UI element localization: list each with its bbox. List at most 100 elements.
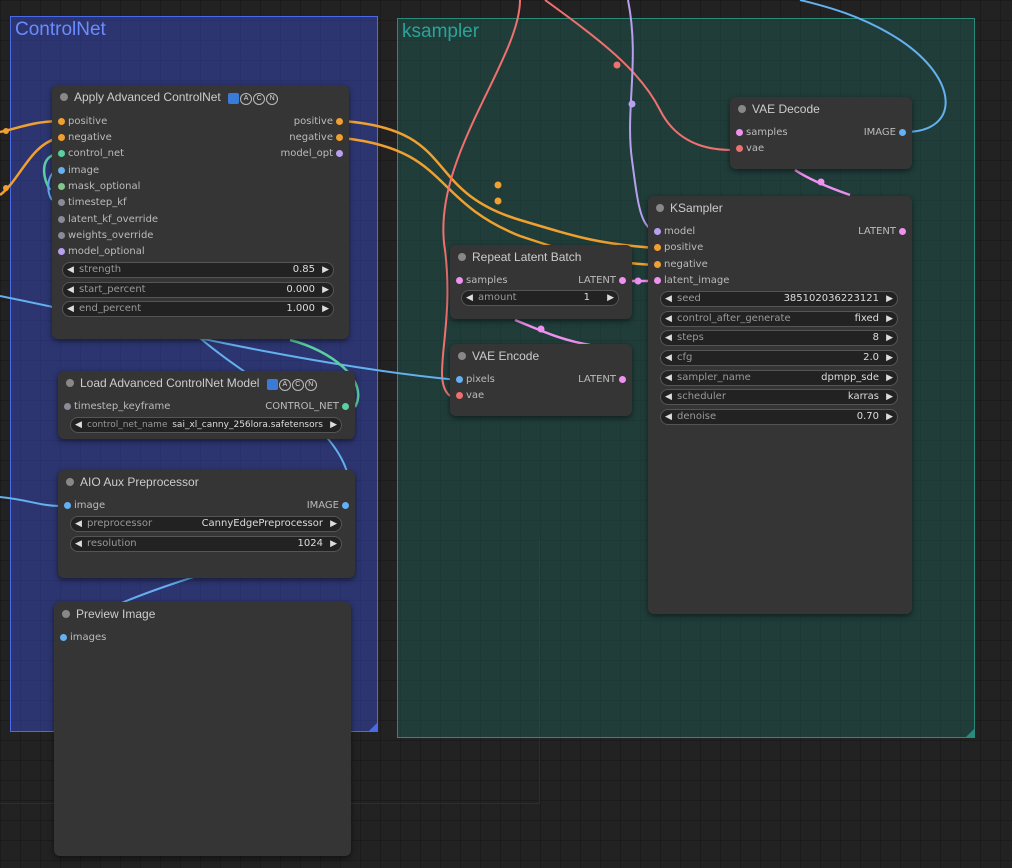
slot-dot[interactable] [654,244,661,251]
widget-value[interactable]: fixed [855,312,879,326]
slot-dot[interactable] [342,502,349,509]
input-positive[interactable]: positive [654,240,703,256]
decrement-arrow-icon[interactable]: ◀ [665,292,672,306]
slot-dot[interactable] [736,129,743,136]
slot-dot[interactable] [58,232,65,239]
collapse-dot[interactable] [62,610,70,618]
widget-end-percent[interactable]: ◀ end_percent 1.000 ▶ [62,301,334,317]
slot-dot[interactable] [336,134,343,141]
widget-amount[interactable]: ◀ amount 1 ▶ [461,290,619,306]
collapse-dot[interactable] [66,478,74,486]
widget-steps[interactable]: ◀ steps 8 ▶ [660,330,898,346]
widget-value[interactable]: 1 [584,291,590,305]
previous-arrow-icon[interactable]: ◀ [75,517,82,531]
widget-value[interactable]: CannyEdgePreprocessor [202,517,323,531]
input-model-optional[interactable]: model_optional [58,244,145,260]
increment-arrow-icon[interactable]: ▶ [886,351,893,365]
node-aio-aux-preprocessor[interactable]: AIO Aux Preprocessor image IMAGE ◀ prepro… [58,470,355,578]
node-ksampler[interactable]: KSampler model positive negative latent_… [648,196,912,614]
slot-dot[interactable] [58,118,65,125]
widget-resolution[interactable]: ◀ resolution 1024 ▶ [70,536,342,552]
input-weights-override[interactable]: weights_override [58,228,153,244]
collapse-dot[interactable] [458,253,466,261]
decrement-arrow-icon[interactable]: ◀ [67,302,74,316]
slot-dot[interactable] [456,376,463,383]
widget-start-percent[interactable]: ◀ start_percent 0.000 ▶ [62,282,334,298]
widget-value[interactable]: 1.000 [286,302,315,316]
slot-dot[interactable] [654,277,661,284]
node-title[interactable]: AIO Aux Preprocessor [58,470,355,494]
widget-control-net-name[interactable]: ◀ control_net_name sai_xl_canny_256lora.sa… [70,417,342,433]
widget-value[interactable]: dpmpp_sde [821,371,879,385]
input-model[interactable]: model [654,224,695,240]
group-resize-handle[interactable] [369,723,377,731]
slot-dot[interactable] [58,150,65,157]
node-repeat-latent-batch[interactable]: Repeat Latent Batch samples LATENT ◀ amou… [450,245,632,319]
node-vae-encode[interactable]: VAE Encode pixels vae LATENT [450,344,632,416]
input-image[interactable]: image [58,163,99,179]
decrement-arrow-icon[interactable]: ◀ [665,331,672,345]
increment-arrow-icon[interactable]: ▶ [886,410,893,424]
widget-value[interactable]: 385102036223121 [784,292,879,306]
next-arrow-icon[interactable]: ▶ [886,371,893,385]
output-negative[interactable]: negative [289,130,343,146]
widget-value[interactable]: karras [848,390,879,404]
next-arrow-icon[interactable]: ▶ [330,517,337,531]
previous-arrow-icon[interactable]: ◀ [665,371,672,385]
input-timestep-kf[interactable]: timestep_kf [58,195,127,211]
collapse-dot[interactable] [60,93,68,101]
output-model-opt[interactable]: model_opt [280,146,343,162]
slot-dot[interactable] [654,228,661,235]
decrement-arrow-icon[interactable]: ◀ [75,537,82,551]
input-samples[interactable]: samples [456,273,508,289]
slot-dot[interactable] [456,392,463,399]
widget-value[interactable]: 2.0 [863,351,879,365]
node-load-advanced-controlnet-model[interactable]: Load Advanced ControlNet Model ACN times… [58,371,355,439]
slot-dot[interactable] [654,261,661,268]
previous-arrow-icon[interactable]: ◀ [665,312,672,326]
output-image[interactable]: IMAGE [307,498,349,514]
slot-dot[interactable] [456,277,463,284]
widget-preprocessor[interactable]: ◀ preprocessor CannyEdgePreprocessor ▶ [70,516,342,532]
collapse-dot[interactable] [458,352,466,360]
widget-value[interactable]: 8 [873,331,879,345]
node-title[interactable]: Preview Image [54,602,351,626]
input-image[interactable]: image [64,498,105,514]
input-latent-kf-override[interactable]: latent_kf_override [58,212,158,228]
input-negative[interactable]: negative [58,130,112,146]
slot-dot[interactable] [58,199,65,206]
widget-value[interactable]: 0.70 [857,410,879,424]
widget-value[interactable]: 1024 [298,537,323,551]
widget-value[interactable]: sai_xl_canny_256lora.safetensors [172,418,323,432]
node-vae-decode[interactable]: VAE Decode samples vae IMAGE [730,97,912,169]
input-samples[interactable]: samples [736,125,788,141]
previous-arrow-icon[interactable]: ◀ [75,418,82,432]
node-title[interactable]: VAE Encode [450,344,632,368]
widget-value[interactable]: 0.000 [286,283,315,297]
node-title[interactable]: Load Advanced ControlNet Model ACN [58,371,355,395]
input-negative[interactable]: negative [654,257,708,273]
slot-dot[interactable] [64,403,71,410]
output-latent[interactable]: LATENT [578,273,626,289]
slot-dot[interactable] [64,502,71,509]
output-positive[interactable]: positive [294,114,343,130]
next-arrow-icon[interactable]: ▶ [886,312,893,326]
slot-dot[interactable] [60,634,67,641]
input-vae[interactable]: vae [456,388,484,404]
slot-dot[interactable] [58,167,65,174]
input-latent-image[interactable]: latent_image [654,273,729,289]
slot-dot[interactable] [58,134,65,141]
group-title[interactable]: ksampler [402,21,479,43]
input-positive[interactable]: positive [58,114,107,130]
slot-dot[interactable] [619,376,626,383]
slot-dot[interactable] [58,248,65,255]
widget-cfg[interactable]: ◀ cfg 2.0 ▶ [660,350,898,366]
decrement-arrow-icon[interactable]: ◀ [67,283,74,297]
decrement-arrow-icon[interactable]: ◀ [466,291,473,305]
input-control-net[interactable]: control_net [58,146,124,162]
next-arrow-icon[interactable]: ▶ [330,418,337,432]
increment-arrow-icon[interactable]: ▶ [607,291,614,305]
widget-denoise[interactable]: ◀ denoise 0.70 ▶ [660,409,898,425]
node-title[interactable]: VAE Decode [730,97,912,121]
increment-arrow-icon[interactable]: ▶ [322,263,329,277]
